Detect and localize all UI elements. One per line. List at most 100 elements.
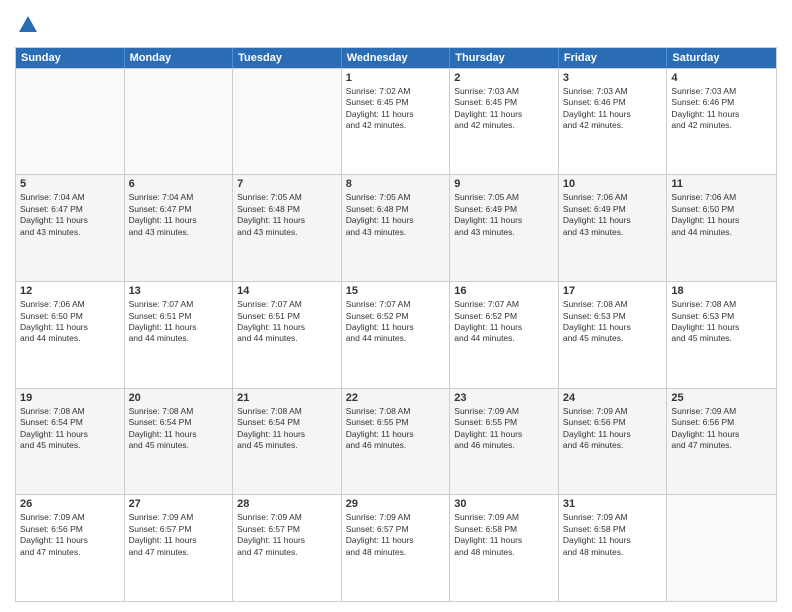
day-number: 29 xyxy=(346,498,446,510)
day-cell-31: 31 Sunrise: 7:09 AM Sunset: 6:58 PM Dayli… xyxy=(559,495,668,601)
empty-cell xyxy=(16,69,125,175)
day-cell-5: 5 Sunrise: 7:04 AM Sunset: 6:47 PM Daylig… xyxy=(16,175,125,281)
day-info: Sunrise: 7:06 AM Sunset: 6:50 PM Dayligh… xyxy=(20,299,120,345)
day-cell-25: 25 Sunrise: 7:09 AM Sunset: 6:56 PM Dayli… xyxy=(667,389,776,495)
day-number: 23 xyxy=(454,392,554,404)
day-number: 6 xyxy=(129,178,229,190)
calendar-row-4: 26 Sunrise: 7:09 AM Sunset: 6:56 PM Dayli… xyxy=(16,494,776,601)
day-cell-16: 16Sunrise: 7:07 AM Sunset: 6:52 PM Dayli… xyxy=(450,282,559,388)
day-number: 27 xyxy=(129,498,229,510)
day-cell-22: 22 Sunrise: 7:08 AM Sunset: 6:55 PM Dayli… xyxy=(342,389,451,495)
logo-icon xyxy=(17,14,39,36)
day-info: Sunrise: 7:08 AM Sunset: 6:55 PM Dayligh… xyxy=(346,406,446,452)
day-info: Sunrise: 7:03 AM Sunset: 6:46 PM Dayligh… xyxy=(671,86,772,132)
empty-cell xyxy=(125,69,234,175)
day-cell-15: 15 Sunrise: 7:07 AM Sunset: 6:52 PM Dayli… xyxy=(342,282,451,388)
day-cell-7: 7Sunrise: 7:05 AM Sunset: 6:48 PM Daylig… xyxy=(233,175,342,281)
weekday-header-thursday: Thursday xyxy=(450,48,559,68)
day-number: 31 xyxy=(563,498,663,510)
day-number: 18 xyxy=(671,285,772,297)
day-info: Sunrise: 7:07 AM Sunset: 6:52 PM Dayligh… xyxy=(346,299,446,345)
day-number: 20 xyxy=(129,392,229,404)
day-cell-23: 23 Sunrise: 7:09 AM Sunset: 6:55 PM Dayli… xyxy=(450,389,559,495)
day-cell-13: 13Sunrise: 7:07 AM Sunset: 6:51 PM Dayli… xyxy=(125,282,234,388)
day-cell-29: 29 Sunrise: 7:09 AM Sunset: 6:57 PM Dayli… xyxy=(342,495,451,601)
day-info: Sunrise: 7:04 AM Sunset: 6:47 PM Dayligh… xyxy=(129,192,229,238)
day-number: 5 xyxy=(20,178,120,190)
header xyxy=(15,10,777,41)
day-cell-26: 26 Sunrise: 7:09 AM Sunset: 6:56 PM Dayli… xyxy=(16,495,125,601)
day-info: Sunrise: 7:05 AM Sunset: 6:49 PM Dayligh… xyxy=(454,192,554,238)
calendar-header: SundayMondayTuesdayWednesdayThursdayFrid… xyxy=(16,48,776,68)
day-cell-10: 10 Sunrise: 7:06 AM Sunset: 6:49 PM Dayli… xyxy=(559,175,668,281)
calendar-body: 1Sunrise: 7:02 AM Sunset: 6:45 PM Daylig… xyxy=(16,68,776,601)
weekday-header-friday: Friday xyxy=(559,48,668,68)
day-info: Sunrise: 7:09 AM Sunset: 6:56 PM Dayligh… xyxy=(563,406,663,452)
day-info: Sunrise: 7:09 AM Sunset: 6:58 PM Dayligh… xyxy=(454,512,554,558)
day-info: Sunrise: 7:03 AM Sunset: 6:45 PM Dayligh… xyxy=(454,86,554,132)
day-cell-3: 3Sunrise: 7:03 AM Sunset: 6:46 PM Daylig… xyxy=(559,69,668,175)
day-info: Sunrise: 7:08 AM Sunset: 6:53 PM Dayligh… xyxy=(671,299,772,345)
day-number: 28 xyxy=(237,498,337,510)
calendar-row-3: 19 Sunrise: 7:08 AM Sunset: 6:54 PM Dayli… xyxy=(16,388,776,495)
day-info: Sunrise: 7:05 AM Sunset: 6:48 PM Dayligh… xyxy=(346,192,446,238)
weekday-header-saturday: Saturday xyxy=(667,48,776,68)
day-cell-27: 27 Sunrise: 7:09 AM Sunset: 6:57 PM Dayli… xyxy=(125,495,234,601)
day-info: Sunrise: 7:04 AM Sunset: 6:47 PM Dayligh… xyxy=(20,192,120,238)
day-info: Sunrise: 7:09 AM Sunset: 6:56 PM Dayligh… xyxy=(671,406,772,452)
day-number: 26 xyxy=(20,498,120,510)
day-number: 30 xyxy=(454,498,554,510)
day-number: 2 xyxy=(454,72,554,84)
calendar: SundayMondayTuesdayWednesdayThursdayFrid… xyxy=(15,47,777,602)
logo xyxy=(15,14,39,41)
day-number: 10 xyxy=(563,178,663,190)
day-number: 7 xyxy=(237,178,337,190)
day-cell-28: 28Sunrise: 7:09 AM Sunset: 6:57 PM Dayli… xyxy=(233,495,342,601)
day-info: Sunrise: 7:08 AM Sunset: 6:54 PM Dayligh… xyxy=(237,406,337,452)
day-number: 9 xyxy=(454,178,554,190)
weekday-header-sunday: Sunday xyxy=(16,48,125,68)
day-info: Sunrise: 7:06 AM Sunset: 6:50 PM Dayligh… xyxy=(671,192,772,238)
day-info: Sunrise: 7:09 AM Sunset: 6:57 PM Dayligh… xyxy=(129,512,229,558)
day-number: 14 xyxy=(237,285,337,297)
calendar-row-2: 12 Sunrise: 7:06 AM Sunset: 6:50 PM Dayli… xyxy=(16,281,776,388)
day-number: 1 xyxy=(346,72,446,84)
day-info: Sunrise: 7:09 AM Sunset: 6:58 PM Dayligh… xyxy=(563,512,663,558)
day-number: 12 xyxy=(20,285,120,297)
day-number: 25 xyxy=(671,392,772,404)
day-cell-12: 12 Sunrise: 7:06 AM Sunset: 6:50 PM Dayli… xyxy=(16,282,125,388)
day-info: Sunrise: 7:08 AM Sunset: 6:53 PM Dayligh… xyxy=(563,299,663,345)
day-number: 4 xyxy=(671,72,772,84)
calendar-row-1: 5 Sunrise: 7:04 AM Sunset: 6:47 PM Daylig… xyxy=(16,174,776,281)
day-cell-2: 2 Sunrise: 7:03 AM Sunset: 6:45 PM Daylig… xyxy=(450,69,559,175)
day-number: 19 xyxy=(20,392,120,404)
day-cell-4: 4 Sunrise: 7:03 AM Sunset: 6:46 PM Daylig… xyxy=(667,69,776,175)
day-number: 22 xyxy=(346,392,446,404)
day-cell-11: 11Sunrise: 7:06 AM Sunset: 6:50 PM Dayli… xyxy=(667,175,776,281)
day-info: Sunrise: 7:09 AM Sunset: 6:55 PM Dayligh… xyxy=(454,406,554,452)
day-cell-14: 14 Sunrise: 7:07 AM Sunset: 6:51 PM Dayli… xyxy=(233,282,342,388)
day-number: 15 xyxy=(346,285,446,297)
day-number: 13 xyxy=(129,285,229,297)
day-cell-6: 6 Sunrise: 7:04 AM Sunset: 6:47 PM Daylig… xyxy=(125,175,234,281)
day-number: 17 xyxy=(563,285,663,297)
day-number: 21 xyxy=(237,392,337,404)
weekday-header-tuesday: Tuesday xyxy=(233,48,342,68)
empty-cell xyxy=(233,69,342,175)
day-number: 24 xyxy=(563,392,663,404)
day-info: Sunrise: 7:07 AM Sunset: 6:51 PM Dayligh… xyxy=(237,299,337,345)
calendar-row-0: 1Sunrise: 7:02 AM Sunset: 6:45 PM Daylig… xyxy=(16,68,776,175)
day-info: Sunrise: 7:06 AM Sunset: 6:49 PM Dayligh… xyxy=(563,192,663,238)
day-info: Sunrise: 7:08 AM Sunset: 6:54 PM Dayligh… xyxy=(20,406,120,452)
day-number: 8 xyxy=(346,178,446,190)
day-cell-9: 9 Sunrise: 7:05 AM Sunset: 6:49 PM Daylig… xyxy=(450,175,559,281)
day-cell-18: 18 Sunrise: 7:08 AM Sunset: 6:53 PM Dayli… xyxy=(667,282,776,388)
empty-cell xyxy=(667,495,776,601)
day-info: Sunrise: 7:09 AM Sunset: 6:57 PM Dayligh… xyxy=(346,512,446,558)
day-number: 3 xyxy=(563,72,663,84)
day-cell-21: 21 Sunrise: 7:08 AM Sunset: 6:54 PM Dayli… xyxy=(233,389,342,495)
day-cell-30: 30 Sunrise: 7:09 AM Sunset: 6:58 PM Dayli… xyxy=(450,495,559,601)
day-info: Sunrise: 7:09 AM Sunset: 6:56 PM Dayligh… xyxy=(20,512,120,558)
day-info: Sunrise: 7:07 AM Sunset: 6:52 PM Dayligh… xyxy=(454,299,554,345)
day-cell-19: 19 Sunrise: 7:08 AM Sunset: 6:54 PM Dayli… xyxy=(16,389,125,495)
